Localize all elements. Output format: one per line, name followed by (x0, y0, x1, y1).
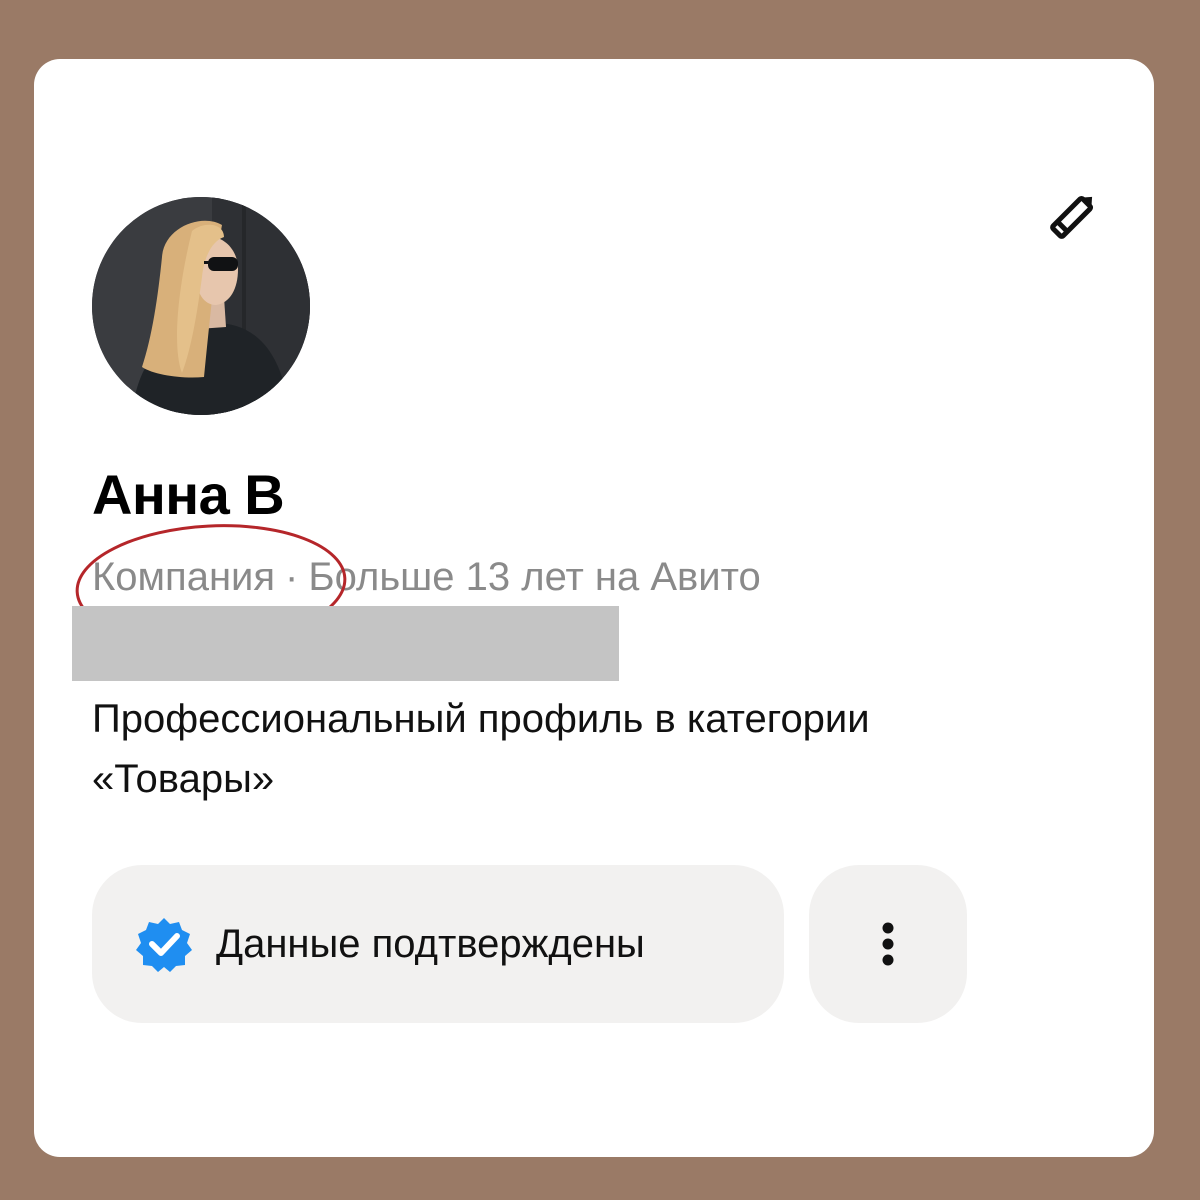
edit-profile-button[interactable] (1034, 177, 1112, 255)
redacted-block (72, 606, 619, 681)
profile-card: Анна В Компания · Больше 13 лет на Авито П… (34, 59, 1154, 1157)
avatar[interactable] (92, 197, 310, 415)
avatar-photo (92, 197, 310, 415)
vertical-dots-icon (882, 922, 894, 966)
pencil-icon (1050, 195, 1094, 239)
profile-name: Анна В (92, 463, 285, 526)
more-options-button[interactable] (809, 865, 967, 1023)
verified-badge-icon (134, 914, 194, 974)
profile-description: Профессиональный профиль в категории «То… (92, 697, 870, 801)
tenure-text: Больше 13 лет на Авито (308, 555, 761, 599)
verified-data-button[interactable]: Данные подтверждены (92, 865, 784, 1023)
verified-label: Данные подтверждены (216, 921, 645, 966)
